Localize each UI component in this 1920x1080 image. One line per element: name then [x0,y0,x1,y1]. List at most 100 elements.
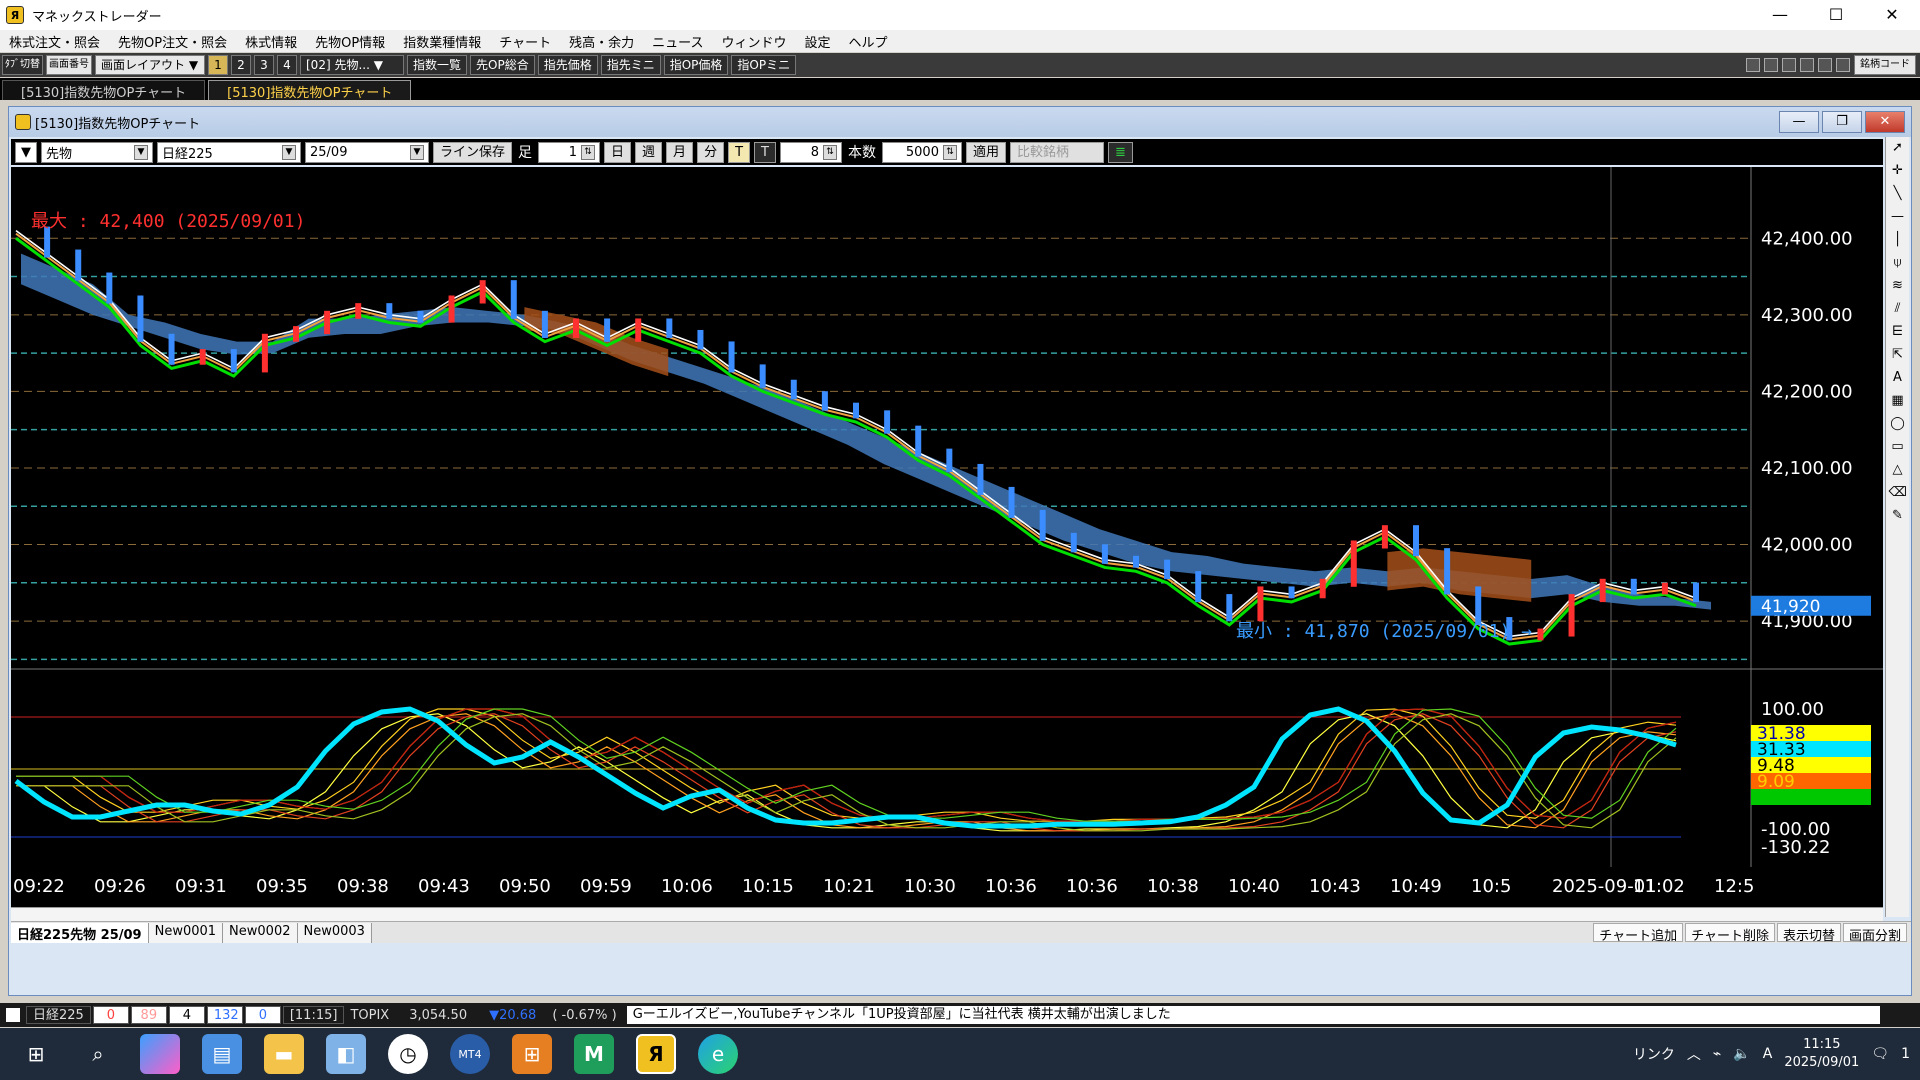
status-checkbox[interactable] [6,1008,20,1022]
sheet-tab-new2[interactable]: New0002 [223,922,298,943]
screen-select[interactable]: [02] 先物... ▼ [300,55,404,75]
text-tool-icon[interactable]: A [1889,369,1907,387]
news-ticker[interactable]: Gーエルイズビー,YouTubeチャンネル「1UP投資部屋」に当社代表 横井太輔… [626,1006,1880,1024]
file-explorer-icon[interactable]: ▬ [264,1034,304,1074]
notification-icon[interactable]: 🗨 [1871,1046,1889,1062]
delete-chart-button[interactable]: チャート削除 [1685,923,1775,944]
clock[interactable]: 11:15 2025/09/01 [1784,1036,1859,1072]
period-minute-button[interactable]: 分 [697,141,725,163]
window-icon[interactable] [1818,58,1832,72]
type-select[interactable]: 先物 ▼ [41,141,153,163]
vertical-line-icon[interactable]: │ [1889,231,1907,249]
triangle-tool-icon[interactable]: △ [1889,461,1907,479]
trendline-icon[interactable]: ╲ [1889,185,1907,203]
child-restore-button[interactable]: ❐ [1822,111,1862,133]
screen-tab-2[interactable]: [5130]指数先物OPチャート [208,80,412,101]
search-icon[interactable]: ⌕ [78,1034,118,1074]
close-button[interactable]: ✕ [1864,0,1920,30]
op-price-button[interactable]: 指OP価格 [663,55,729,75]
app-icon[interactable]: ◧ [326,1034,366,1074]
channel-icon[interactable]: ⫽ [1889,300,1907,318]
eraser-icon[interactable]: ⌫ [1889,484,1907,502]
rectangle-tool-icon[interactable]: ▭ [1889,438,1907,456]
menu-dropdown-icon[interactable]: ▼ [15,141,37,163]
gann-icon[interactable]: ⋿ [1889,323,1907,341]
layout-4-button[interactable]: 4 [277,55,297,75]
maximize-button[interactable]: ☐ [1808,0,1864,30]
cascade-icon[interactable] [1764,58,1778,72]
windows-start-icon[interactable]: ⊞ [16,1034,56,1074]
horizontal-scrollbar[interactable] [11,907,1883,921]
menu-help[interactable]: ヘルプ [839,32,896,51]
network-icon[interactable]: ⌁ [1713,1046,1721,1062]
cycle-icon[interactable]: ⇱ [1889,346,1907,364]
child-minimize-button[interactable]: — [1779,111,1819,133]
index-select[interactable]: 日経225 ▼ [157,141,301,163]
month-select[interactable]: 25/09 ▼ [305,141,429,163]
layout-3-button[interactable]: 3 [254,55,274,75]
cursor-arrow-icon[interactable]: ➚ [1889,139,1907,157]
ashi-input[interactable]: 1 ⇅ [538,141,601,163]
screen-number-input[interactable]: 画面番号 [46,55,92,75]
compare-button[interactable]: 比較銘柄 [1010,141,1104,163]
index-list-button[interactable]: 指数一覧 [407,55,468,75]
child-close-button[interactable]: ✕ [1865,111,1905,133]
apps-grid-icon[interactable]: ⊞ [512,1034,552,1074]
horizontal-line-icon[interactable]: — [1889,208,1907,226]
copilot-icon[interactable] [140,1034,180,1074]
period-tick-button[interactable]: T [728,141,751,163]
count-input[interactable]: 5000 ⇅ [881,141,962,163]
ellipse-tool-icon[interactable]: ◯ [1889,415,1907,433]
menu-index-info[interactable]: 指数業種情報 [394,32,490,51]
menu-window[interactable]: ウィンドウ [712,32,795,51]
op-mini-button[interactable]: 指OPミニ [731,55,797,75]
sheet-tab-new3[interactable]: New0003 [297,922,372,943]
layout-1-button[interactable]: 1 [208,55,228,75]
mt4-icon[interactable]: MT4 [450,1034,490,1074]
layout-2-button[interactable]: 2 [231,55,251,75]
minimize-button[interactable]: — [1752,0,1808,30]
edge-icon[interactable]: e [698,1034,738,1074]
clock-icon[interactable]: ◷ [388,1034,428,1074]
ime-indicator[interactable]: A [1763,1046,1773,1062]
erase-all-icon[interactable]: ✎ [1889,507,1907,525]
menu-settings[interactable]: 設定 [795,32,839,51]
apply-button[interactable]: 適用 [965,141,1006,163]
crosshair-icon[interactable]: ✛ [1889,162,1907,180]
menu-balance[interactable]: 残高・余力 [560,32,643,51]
volume-icon[interactable]: 🔈 [1733,1046,1750,1062]
indicator-icon[interactable]: ≣ [1108,141,1133,163]
marker-icon[interactable]: ⍦ [1889,254,1907,272]
toggle-display-button[interactable]: 表示切替 [1776,923,1841,944]
close-all-icon[interactable] [1836,58,1850,72]
line-save-button[interactable]: ライン保存 [433,141,513,163]
lock-icon[interactable] [1800,58,1814,72]
menu-news[interactable]: ニュース [643,32,712,51]
chart-area[interactable]: 42,400.00 42,300.00 42,200.00 42,100.00 42,0… [11,167,1883,907]
monex-trader-icon[interactable]: Я [636,1034,676,1074]
t-input[interactable]: 8 ⇅ [779,141,842,163]
sheet-tab-main[interactable]: 日経225先物 25/09 [11,922,149,943]
m-app-icon[interactable]: M [574,1034,614,1074]
grid-tool-icon[interactable]: ▦ [1889,392,1907,410]
menu-stock-order[interactable]: 株式注文・照会 [0,32,109,51]
tray-link-label[interactable]: リンク [1633,1044,1675,1064]
futures-price-button[interactable]: 指先価格 [537,55,598,75]
screen-tab-1[interactable]: [5130]指数先物OPチャート [2,80,206,101]
tile-icon[interactable] [1782,58,1796,72]
menu-stock-info[interactable]: 株式情報 [236,32,306,51]
tab-switch-button[interactable]: ﾀﾌﾞ切替 [2,55,43,75]
menu-chart[interactable]: チャート [490,32,560,51]
menu-futures-info[interactable]: 先物OP情報 [306,32,394,51]
futures-mini-button[interactable]: 指先ミニ [600,55,661,75]
symbol-code-input[interactable]: 銘柄コード [1854,55,1916,75]
period-month-button[interactable]: 月 [666,141,694,163]
split-screen-button[interactable]: 画面分割 [1842,923,1907,944]
fibonacci-icon[interactable]: ≋ [1889,277,1907,295]
add-chart-button[interactable]: チャート追加 [1593,923,1684,944]
widgets-icon[interactable]: ▤ [202,1034,242,1074]
arrange-icon[interactable] [1746,58,1760,72]
chevron-up-icon[interactable]: ︿ [1687,1044,1701,1064]
layout-select[interactable]: 画面レイアウト ▼ [95,55,205,75]
period-week-button[interactable]: 週 [635,141,663,163]
